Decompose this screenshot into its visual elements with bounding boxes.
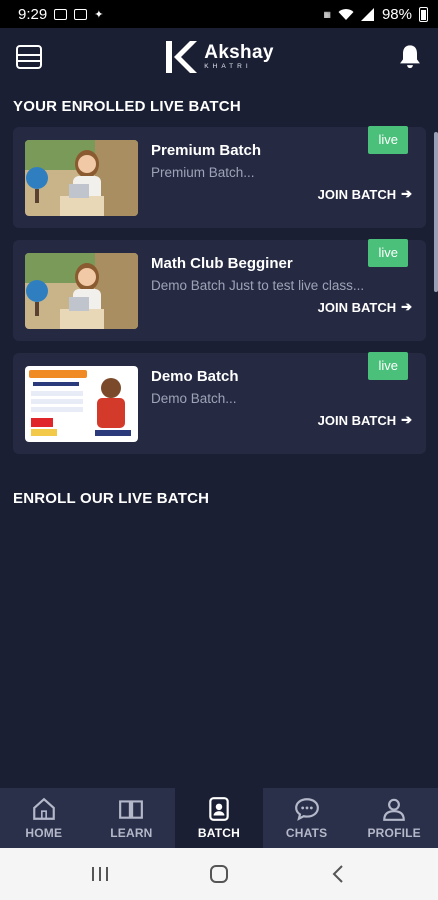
join-batch-label: JOIN BATCH (317, 412, 397, 428)
arrow-right-icon: ➔ (401, 299, 412, 314)
live-badge: live (368, 239, 408, 267)
join-batch-label: JOIN BATCH (317, 186, 397, 202)
bell-icon[interactable] (396, 43, 424, 71)
nav-home-label: HOME (25, 826, 63, 840)
wifi-icon (338, 8, 354, 20)
logo: Akshay KHATRI (164, 39, 273, 75)
batch-description: Demo Batch... (151, 390, 237, 406)
scrollbar[interactable] (434, 132, 438, 292)
batch-thumbnail (25, 365, 138, 442)
batch-icon (209, 797, 229, 821)
sync-icon: ✦ (94, 8, 104, 21)
back-button[interactable] (318, 859, 358, 889)
batch-thumbnail (25, 252, 138, 329)
image-icon (74, 8, 88, 20)
join-batch-button[interactable]: JOIN BATCH ➔ (318, 186, 412, 202)
bottom-nav: HOME LEARN BATCH CHATS PROFILE (0, 788, 438, 848)
batch-card[interactable]: Premium Batch Premium Batch... live JOIN… (13, 126, 426, 228)
classroom-image (25, 252, 138, 329)
nav-profile-label: PROFILE (367, 826, 421, 840)
classroom-image (25, 139, 138, 216)
batch-description: Demo Batch Just to test live class... (151, 277, 365, 293)
logo-subtitle: KHATRI (204, 63, 252, 71)
status-left: 9:29 ✦ (18, 6, 103, 23)
home-icon (32, 797, 55, 820)
logo-name: Akshay KHATRI (204, 43, 273, 71)
recent-apps-icon (91, 867, 108, 881)
nav-profile[interactable]: PROFILE (350, 788, 438, 848)
profile-icon (383, 798, 406, 821)
status-bar: 9:29 ✦ ▦ 98% (0, 0, 438, 28)
batch-description: Premium Batch... (151, 164, 255, 180)
join-batch-button[interactable]: JOIN BATCH ➔ (318, 299, 412, 315)
notification-icon (54, 8, 68, 20)
chat-icon (294, 798, 319, 821)
arrow-right-icon: ➔ (401, 186, 412, 201)
app-header: Akshay KHATRI (0, 28, 438, 86)
join-batch-button[interactable]: JOIN BATCH ➔ (318, 412, 412, 428)
logo-title: Akshay (204, 42, 274, 64)
arrow-right-icon: ➔ (401, 412, 412, 427)
nav-learn-label: LEARN (110, 826, 153, 840)
nav-batch[interactable]: BATCH (175, 788, 263, 848)
live-badge: live (368, 126, 408, 154)
enrolled-section-title: YOUR ENROLLED LIVE BATCH (13, 98, 241, 115)
menu-icon[interactable] (16, 45, 42, 69)
status-time: 9:29 (18, 5, 48, 23)
volte-icon: ▦ (323, 9, 331, 19)
battery-icon (419, 6, 428, 22)
home-button[interactable] (199, 859, 239, 889)
batch-thumbnail (25, 139, 138, 216)
back-icon (332, 865, 344, 883)
system-nav-bar (0, 848, 438, 900)
nav-home[interactable]: HOME (0, 788, 88, 848)
home-circle-icon (209, 865, 228, 883)
live-badge: live (368, 352, 408, 380)
book-icon (119, 800, 144, 819)
logo-mark-icon (166, 41, 198, 73)
recent-apps-button[interactable] (80, 859, 120, 889)
nav-chats[interactable]: CHATS (263, 788, 351, 848)
signal-icon (360, 7, 374, 21)
batch-list: Premium Batch Premium Batch... live JOIN… (0, 126, 438, 454)
nav-chats-label: CHATS (285, 826, 328, 840)
battery-percent: 98% (381, 5, 412, 23)
nav-learn[interactable]: LEARN (88, 788, 176, 848)
join-batch-label: JOIN BATCH (317, 299, 397, 315)
enroll-section-title: ENROLL OUR LIVE BATCH (13, 490, 210, 507)
promo-flyer-image (25, 365, 138, 442)
batch-card[interactable]: Demo Batch Demo Batch... live JOIN BATCH… (13, 352, 426, 454)
batch-card[interactable]: Math Club Begginer Demo Batch Just to te… (13, 239, 426, 341)
nav-batch-label: BATCH (197, 826, 241, 840)
status-right: ▦ 98% (323, 6, 428, 23)
